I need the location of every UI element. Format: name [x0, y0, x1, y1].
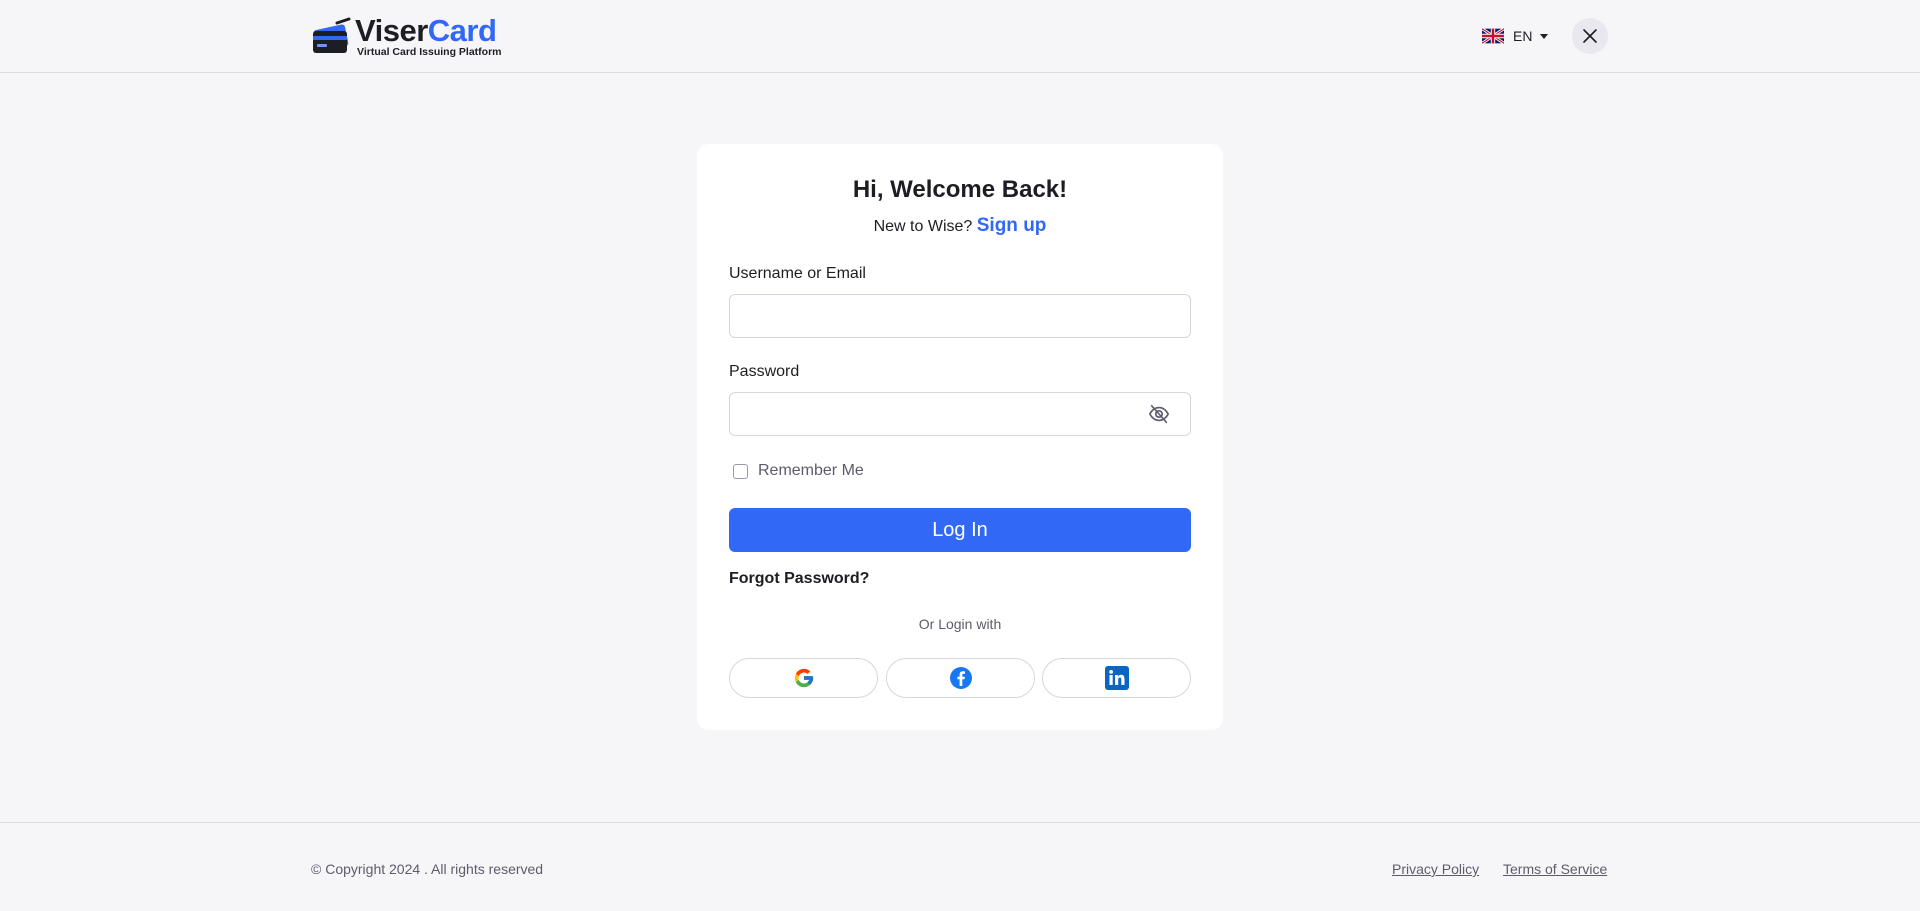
or-login-with-text: Or Login with: [918, 616, 1002, 632]
username-field[interactable]: [729, 294, 1191, 338]
password-field[interactable]: [729, 392, 1191, 436]
uk-flag-icon: [1482, 28, 1504, 44]
remember-me-label: Remember Me: [758, 462, 864, 479]
remember-me[interactable]: Remember Me: [733, 462, 864, 480]
language-code: EN: [1513, 28, 1533, 44]
eye-slash-icon[interactable]: [1148, 403, 1170, 425]
signup-link[interactable]: Sign up: [977, 215, 1047, 236]
brand-name-part1: Viser: [355, 12, 428, 48]
brand-tagline: Virtual Card Issuing Platform: [357, 45, 502, 58]
page-title: Hi, Welcome Back!: [852, 176, 1068, 203]
signup-prompt-text: New to Wise?: [873, 218, 973, 235]
login-button[interactable]: Log In: [729, 508, 1191, 552]
remember-me-checkbox[interactable]: [733, 463, 748, 479]
site-header: ViserCard Virtual Card Issuing Platform …: [0, 0, 1920, 73]
username-label: Username or Email: [729, 265, 866, 282]
close-button[interactable]: [1572, 18, 1608, 54]
google-login-button[interactable]: [729, 658, 878, 698]
forgot-password-link[interactable]: Forgot Password?: [729, 570, 869, 588]
brand-logo[interactable]: ViserCard Virtual Card Issuing Platform: [311, 12, 502, 58]
password-label: Password: [729, 363, 800, 380]
copyright-text: © Copyright 2024 . All rights reserved: [311, 861, 544, 877]
brand-name-part2: Card: [427, 12, 497, 48]
language-selector[interactable]: EN: [1482, 25, 1549, 47]
card-logo-icon: [313, 17, 351, 53]
linkedin-icon: [1104, 666, 1129, 690]
google-icon: [794, 668, 813, 688]
site-footer: © Copyright 2024 . All rights reserved P…: [0, 822, 1920, 911]
linkedin-login-button[interactable]: [1042, 658, 1191, 698]
chevron-down-icon: [1540, 33, 1549, 39]
facebook-login-button[interactable]: [886, 658, 1035, 698]
login-card: Hi, Welcome Back! New to Wise? Sign up U…: [697, 144, 1223, 730]
close-icon: [1583, 29, 1597, 43]
privacy-policy-link[interactable]: Privacy Policy: [1392, 861, 1479, 877]
facebook-icon: [949, 667, 972, 689]
signup-prompt: New to Wise? Sign up: [697, 215, 1223, 237]
terms-of-service-link[interactable]: Terms of Service: [1503, 861, 1607, 877]
